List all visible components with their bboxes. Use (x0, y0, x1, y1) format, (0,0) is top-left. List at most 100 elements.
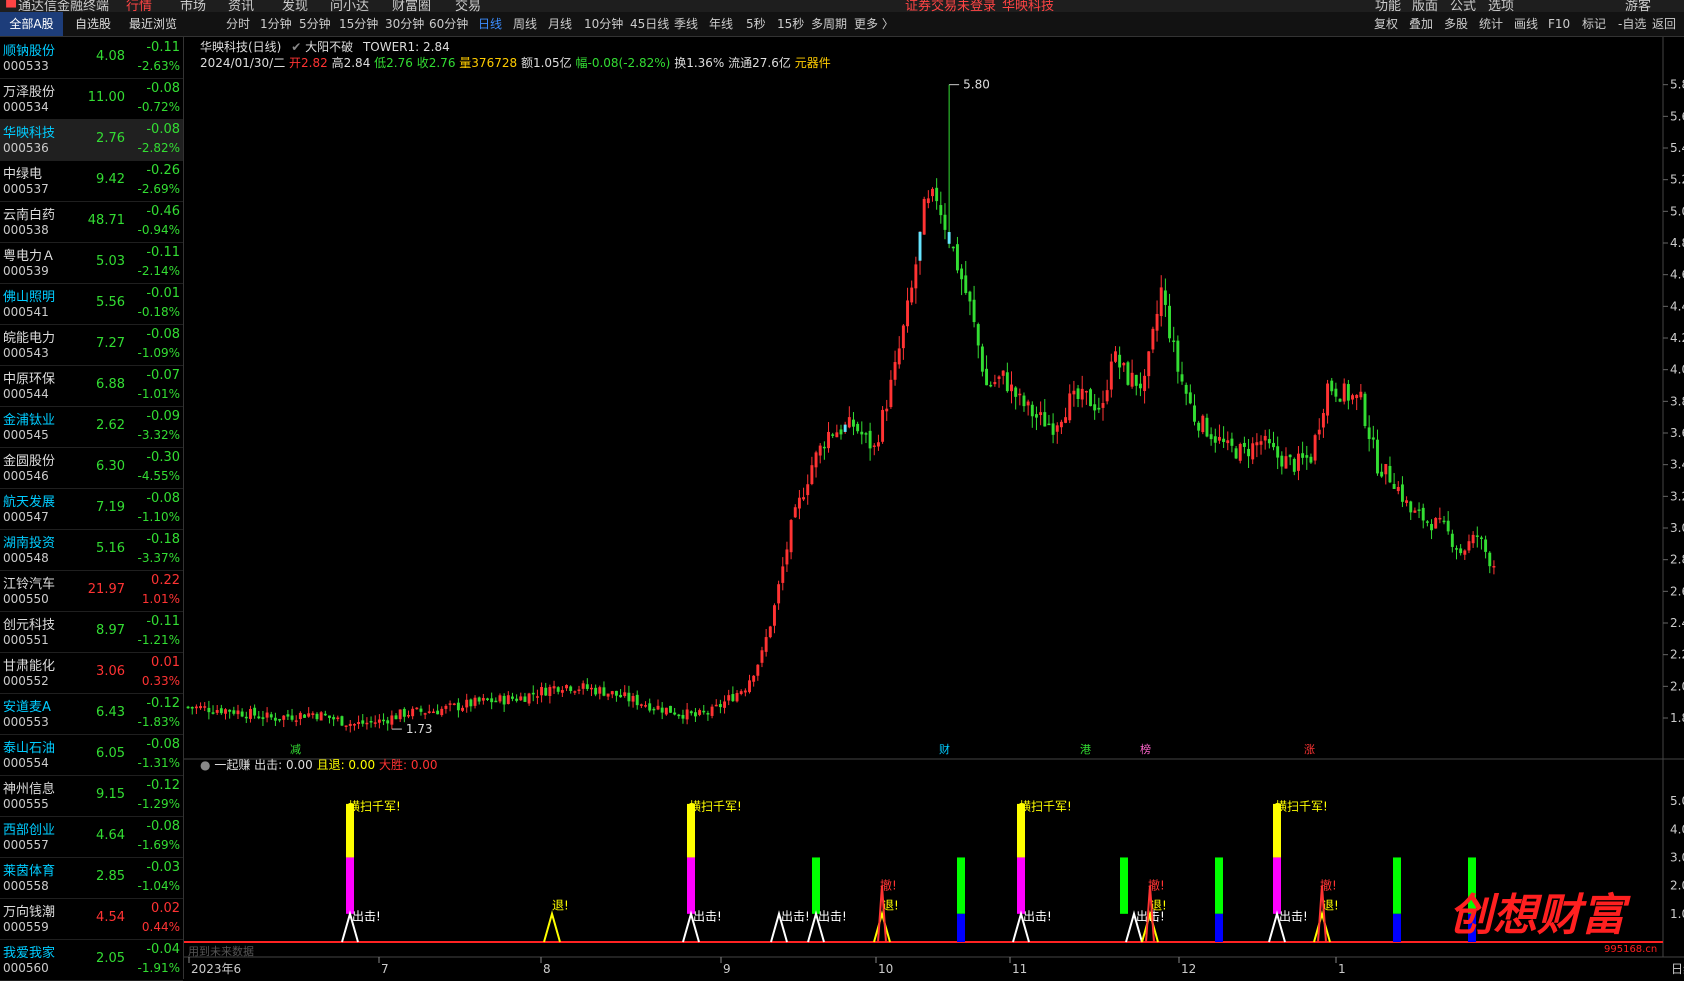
candle-body[interactable] (527, 693, 531, 704)
candle-body[interactable] (377, 719, 381, 723)
candle-body[interactable] (278, 718, 282, 721)
candle-body[interactable] (1434, 518, 1438, 529)
candle-body[interactable] (1130, 372, 1134, 387)
candle-body[interactable] (935, 187, 939, 202)
candle-body[interactable] (1205, 417, 1209, 437)
candle-body[interactable] (706, 713, 710, 715)
candle-body[interactable] (1330, 380, 1334, 392)
toolbar-tab-2[interactable]: 多股 (1444, 12, 1468, 36)
candle-body[interactable] (1084, 390, 1088, 393)
quote-sector[interactable]: 元器件 (795, 56, 831, 70)
candle-body[interactable] (257, 716, 261, 719)
toolbar-tab-5[interactable]: F10 (1548, 12, 1570, 36)
candle-body[interactable] (590, 687, 593, 690)
candle-body[interactable] (473, 697, 477, 706)
candle-body[interactable] (1467, 541, 1471, 551)
candle-body[interactable] (361, 720, 365, 724)
candle-body[interactable] (1388, 465, 1392, 483)
candle-body[interactable] (203, 706, 207, 708)
candle-body[interactable] (402, 708, 406, 717)
candle-body[interactable] (1455, 548, 1458, 550)
candle-body[interactable] (827, 431, 830, 449)
candle-body[interactable] (627, 692, 631, 702)
candle-body[interactable] (951, 246, 955, 249)
candle-body[interactable] (486, 698, 489, 700)
candle-body[interactable] (294, 720, 298, 722)
candle-body[interactable] (1413, 510, 1417, 513)
candle-body[interactable] (282, 715, 286, 720)
candle-body[interactable] (1026, 401, 1030, 406)
candle-body[interactable] (1068, 393, 1072, 421)
candle-body[interactable] (415, 707, 419, 710)
candle-body[interactable] (610, 691, 614, 695)
period-tab-10[interactable]: 45日线 (630, 12, 669, 36)
candle-body[interactable] (490, 698, 494, 703)
candle-body[interactable] (702, 710, 706, 713)
candle-body[interactable] (1193, 405, 1196, 422)
candle-body[interactable] (1010, 384, 1013, 392)
candle-body[interactable] (298, 712, 302, 720)
candle-body[interactable] (340, 716, 344, 726)
candle-body[interactable] (710, 706, 714, 716)
candle-body[interactable] (1334, 388, 1338, 397)
candle-body[interactable] (922, 198, 926, 235)
candle-body[interactable] (1405, 500, 1409, 503)
candle-body[interactable] (1276, 446, 1280, 458)
candle-body[interactable] (240, 711, 244, 717)
candle-body[interactable] (332, 717, 336, 720)
menu-news[interactable]: 资讯 (228, 0, 254, 12)
candle-body[interactable] (785, 549, 789, 565)
candle-body[interactable] (1342, 383, 1346, 402)
candle-body[interactable] (1234, 448, 1238, 459)
candle-body[interactable] (411, 708, 415, 717)
candle-body[interactable] (207, 707, 211, 713)
candle-body[interactable] (768, 626, 772, 638)
candle-body[interactable] (323, 713, 327, 716)
candle-body[interactable] (1371, 437, 1375, 440)
candle-body[interactable] (960, 268, 964, 280)
candle-body[interactable] (760, 650, 764, 663)
candle-body[interactable] (739, 691, 743, 695)
candle-body[interactable] (814, 452, 818, 468)
candle-body[interactable] (1222, 438, 1226, 443)
candle-body[interactable] (236, 710, 240, 715)
candle-body[interactable] (1392, 483, 1396, 489)
period-tab-1[interactable]: 1分钟 (260, 12, 292, 36)
candle-body[interactable] (1430, 524, 1433, 531)
candle-body[interactable] (585, 684, 589, 689)
candle-body[interactable] (565, 685, 568, 689)
candle-body[interactable] (660, 707, 664, 713)
candle-body[interactable] (781, 566, 785, 583)
candle-body[interactable] (1384, 463, 1388, 475)
candle-body[interactable] (535, 696, 539, 698)
candle-body[interactable] (901, 325, 905, 349)
candle-body[interactable] (681, 714, 685, 719)
menu-layout[interactable]: 版面 (1412, 0, 1438, 12)
toolbar-tab-6[interactable]: 标记 (1582, 12, 1606, 36)
candle-body[interactable] (273, 717, 277, 721)
candle-body[interactable] (598, 687, 602, 694)
candle-body[interactable] (639, 704, 643, 706)
candle-body[interactable] (1014, 387, 1018, 397)
period-tab-2[interactable]: 5分钟 (299, 12, 331, 36)
candle-body[interactable] (1359, 391, 1363, 398)
stock-row[interactable]: 中绿电 000537 9.42 -0.26 -2.69% (0, 160, 183, 202)
candle-body[interactable] (386, 720, 390, 724)
candle-body[interactable] (1201, 415, 1205, 433)
stock-row[interactable]: 航天发展 000547 7.19 -0.08 -1.10% (0, 488, 183, 530)
toolbar-tab-4[interactable]: 画线 (1514, 12, 1538, 36)
candle-body[interactable] (452, 703, 456, 706)
candle-body[interactable] (1059, 421, 1063, 428)
candle-body[interactable] (1259, 441, 1263, 445)
candle-body[interactable] (860, 431, 864, 435)
candle-body[interactable] (810, 465, 814, 485)
candle-body[interactable] (1317, 429, 1321, 435)
event-marker[interactable]: 减 (290, 743, 301, 756)
candle-body[interactable] (735, 693, 739, 702)
menu-function[interactable]: 功能 (1375, 0, 1401, 12)
candle-body[interactable] (531, 692, 535, 695)
candle-body[interactable] (1172, 340, 1176, 343)
candle-body[interactable] (1288, 454, 1292, 458)
candle-body[interactable] (885, 408, 889, 412)
candle-body[interactable] (943, 214, 947, 230)
